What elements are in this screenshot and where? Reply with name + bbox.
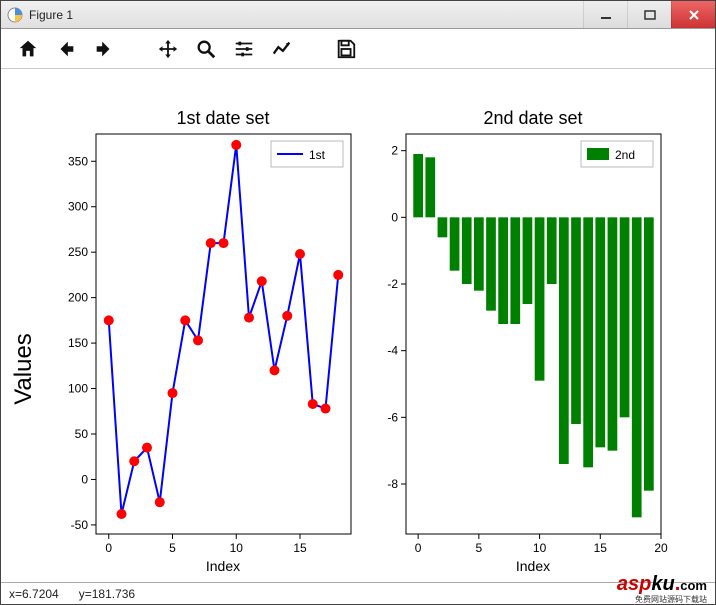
plot2-title: 2nd date set xyxy=(483,108,582,128)
plot2-xticks: 0 5 10 15 20 xyxy=(415,534,668,555)
home-button[interactable] xyxy=(11,32,45,66)
back-icon xyxy=(55,38,77,60)
plot-1: 1st date set -50 0 50 100 150 200 250 300 350 0 5… xyxy=(68,108,351,574)
save-icon xyxy=(335,38,357,60)
plot2-yticks: -8 -6 -4 -2 0 2 xyxy=(387,144,406,491)
pan-icon xyxy=(157,38,179,60)
svg-text:50: 50 xyxy=(75,427,89,441)
svg-text:150: 150 xyxy=(68,336,88,350)
title-bar: Figure 1 xyxy=(1,1,715,29)
plot1-yticks: -50 0 50 100 150 200 250 300 350 xyxy=(68,154,96,532)
svg-text:10: 10 xyxy=(230,541,244,555)
figure-canvas[interactable]: Values 1st date set -5005010015020025030… xyxy=(1,69,715,582)
back-button[interactable] xyxy=(49,32,83,66)
plot-2: 2nd date set -8 -6 -4 -2 0 2 0 5 10 15 20 Index 2… xyxy=(387,108,668,574)
watermark: aspku.com 免费网站源码下载站 xyxy=(617,573,707,604)
svg-text:200: 200 xyxy=(68,291,88,305)
maximize-icon xyxy=(644,9,656,21)
svg-text:-4: -4 xyxy=(387,344,398,358)
subplots-button[interactable] xyxy=(227,32,261,66)
close-icon xyxy=(688,9,700,21)
maximize-button[interactable] xyxy=(627,1,671,28)
svg-text:350: 350 xyxy=(68,154,88,168)
pan-button[interactable] xyxy=(151,32,185,66)
svg-text:100: 100 xyxy=(68,382,88,396)
plot1-title: 1st date set xyxy=(176,108,269,128)
svg-text:-2: -2 xyxy=(387,277,398,291)
status-bar: x=6.7204 y=181.736 aspku.com 免费网站源码下载站 xyxy=(1,582,715,604)
brand-com: com xyxy=(680,578,707,593)
minimize-icon xyxy=(600,9,612,21)
svg-text:2: 2 xyxy=(391,144,398,158)
svg-text:-50: -50 xyxy=(71,518,89,532)
forward-button[interactable] xyxy=(87,32,121,66)
minimize-button[interactable] xyxy=(583,1,627,28)
home-icon xyxy=(17,38,39,60)
close-button[interactable] xyxy=(671,1,715,28)
plot2-xlabel: Index xyxy=(516,558,550,574)
plot1-xticks: 0 5 10 15 xyxy=(105,534,307,555)
toolbar-separator xyxy=(303,48,325,49)
svg-text:15: 15 xyxy=(293,541,307,555)
plot1-frame xyxy=(96,134,351,534)
svg-text:5: 5 xyxy=(476,541,483,555)
svg-text:-8: -8 xyxy=(387,477,398,491)
svg-text:0: 0 xyxy=(81,472,88,486)
plot1-legend: 1st xyxy=(271,141,343,167)
subplots-icon xyxy=(233,38,255,60)
plot1-legend-label: 1st xyxy=(309,148,326,162)
svg-text:0: 0 xyxy=(415,541,422,555)
plot2-bars xyxy=(413,154,653,517)
brand-asp: asp xyxy=(617,573,651,595)
zoom-button[interactable] xyxy=(189,32,223,66)
toolbar xyxy=(1,29,715,69)
plot2-legend: 2nd xyxy=(581,141,653,167)
shared-ylabel: Values xyxy=(10,333,37,405)
toolbar-separator xyxy=(125,48,147,49)
status-x: x=6.7204 xyxy=(9,587,59,601)
brand-ku: ku xyxy=(651,573,674,595)
edit-button[interactable] xyxy=(265,32,299,66)
app-window: Figure 1 xyxy=(0,0,716,605)
plot1-line xyxy=(109,145,339,514)
zoom-icon xyxy=(195,38,217,60)
svg-text:15: 15 xyxy=(594,541,608,555)
svg-text:5: 5 xyxy=(169,541,176,555)
svg-text:0: 0 xyxy=(391,210,398,224)
svg-text:250: 250 xyxy=(68,245,88,259)
edit-icon xyxy=(271,38,293,60)
forward-icon xyxy=(93,38,115,60)
svg-text:0: 0 xyxy=(105,541,112,555)
svg-text:300: 300 xyxy=(68,200,88,214)
brand-tagline: 免费网站源码下载站 xyxy=(617,596,707,604)
svg-text:20: 20 xyxy=(654,541,668,555)
svg-text:10: 10 xyxy=(533,541,547,555)
save-button[interactable] xyxy=(329,32,363,66)
plot1-xlabel: Index xyxy=(206,558,240,574)
window-title: Figure 1 xyxy=(29,8,583,22)
window-controls xyxy=(583,1,715,28)
svg-text:-6: -6 xyxy=(387,410,398,424)
status-y: y=181.736 xyxy=(79,587,135,601)
legend-swatch-icon xyxy=(587,148,609,160)
plot2-legend-label: 2nd xyxy=(615,148,635,162)
figure-svg: Values 1st date set -5005010015020025030… xyxy=(1,69,715,582)
app-icon xyxy=(7,7,23,23)
